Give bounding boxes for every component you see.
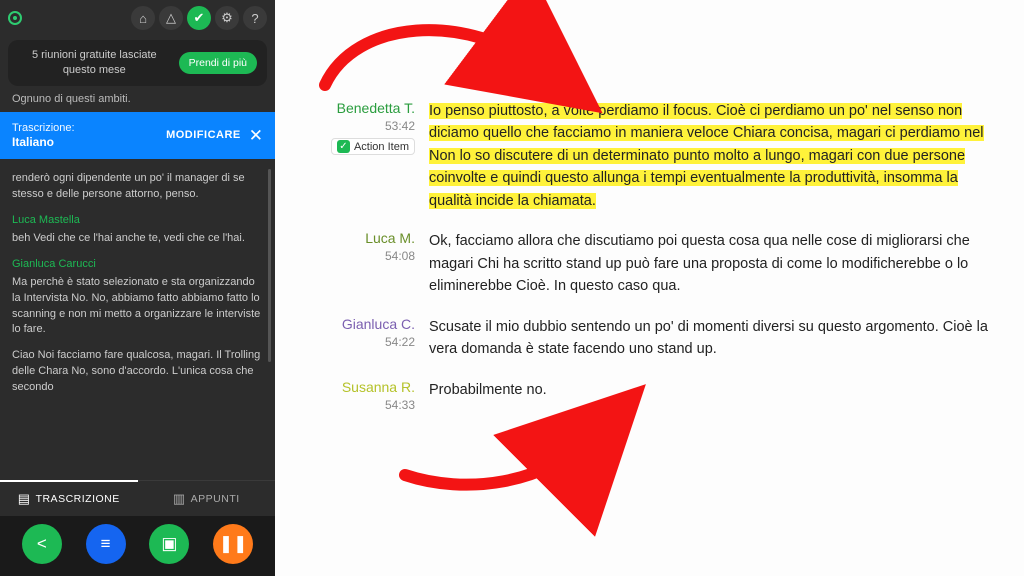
- action-item-label: Action Item: [354, 141, 409, 153]
- sidebar: ⌂ △ ✔ ⚙ ? 5 riunioni gratuite lasciate q…: [0, 0, 275, 576]
- help-icon[interactable]: ?: [243, 6, 267, 30]
- entry-body[interactable]: Probabilmente no.: [429, 379, 994, 412]
- transcription-language-banner: Trascrizione: Italiano MODIFICARE ✕: [0, 112, 275, 159]
- action-bar: < ≡ ▣ ❚❚: [0, 516, 275, 576]
- document-icon: ≡: [101, 534, 111, 554]
- camera-button[interactable]: ▣: [149, 524, 189, 564]
- utterance: Ciao Noi facciamo fare qualcosa, magari.…: [12, 348, 263, 396]
- home-icon[interactable]: ⌂: [131, 6, 155, 30]
- sidebar-transcript[interactable]: renderò ogni dipendente un po' il manage…: [0, 159, 275, 480]
- timestamp: 54:33: [385, 398, 415, 412]
- timestamp: 54:08: [385, 249, 415, 263]
- pause-button[interactable]: ❚❚: [213, 524, 253, 564]
- main-transcript: Benedetta T. 53:42 ✓ Action Item Io pens…: [275, 0, 1024, 576]
- entry-meta: Gianluca C. 54:22: [305, 316, 415, 361]
- timestamp: 54:22: [385, 335, 415, 349]
- document-button[interactable]: ≡: [86, 524, 126, 564]
- utterance: renderò ogni dipendente un po' il manage…: [12, 171, 263, 203]
- transcript-entry: Benedetta T. 53:42 ✓ Action Item Io pens…: [305, 100, 994, 212]
- share-icon: <: [37, 534, 47, 554]
- gear-icon[interactable]: ⚙: [215, 6, 239, 30]
- shield-icon[interactable]: ✔: [187, 6, 211, 30]
- banner-language: Italiano: [12, 135, 158, 149]
- tab-label: APPUNTI: [191, 493, 240, 505]
- recording-indicator-icon: [8, 11, 22, 25]
- bottom-tabs: ▤ TRASCRIZIONE ▥ APPUNTI: [0, 480, 275, 516]
- timestamp: 53:42: [385, 119, 415, 133]
- speaker-name: Luca Mastella: [12, 213, 263, 229]
- entry-body[interactable]: Io penso piuttosto, a volte perdiamo il …: [429, 100, 994, 212]
- promo-text: 5 riunioni gratuite lasciate questo mese: [18, 48, 171, 78]
- action-item-badge[interactable]: ✓ Action Item: [331, 138, 415, 155]
- tab-transcription[interactable]: ▤ TRASCRIZIONE: [0, 480, 138, 516]
- entry-meta: Luca M. 54:08: [305, 230, 415, 297]
- promo-banner: 5 riunioni gratuite lasciate questo mese…: [8, 40, 267, 86]
- check-icon: ✓: [337, 140, 350, 153]
- transcript-entry: Luca M. 54:08 Ok, facciamo allora che di…: [305, 230, 994, 297]
- entry-meta: Susanna R. 54:33: [305, 379, 415, 412]
- entry-meta: Benedetta T. 53:42 ✓ Action Item: [305, 100, 415, 212]
- tab-label: TRASCRIZIONE: [36, 493, 120, 505]
- transcript-entry: Gianluca C. 54:22 Scusate il mio dubbio …: [305, 316, 994, 361]
- speaker-name: Gianluca C.: [342, 316, 415, 332]
- notes-tab-icon: ▥: [173, 491, 186, 507]
- close-icon[interactable]: ✕: [249, 127, 263, 144]
- annotation-arrow-bottom: [385, 395, 615, 510]
- speaker-name: Gianluca Carucci: [12, 257, 263, 273]
- share-button[interactable]: <: [22, 524, 62, 564]
- upload-icon[interactable]: △: [159, 6, 183, 30]
- camera-icon: ▣: [161, 534, 177, 554]
- pause-icon: ❚❚: [219, 534, 248, 554]
- highlighted-text: Io penso piuttosto, a volte perdiamo il …: [429, 103, 984, 209]
- cutoff-line: Ognuno di questi ambiti.: [0, 92, 275, 112]
- speaker-name: Susanna R.: [342, 379, 415, 395]
- get-more-button[interactable]: Prendi di più: [179, 52, 257, 74]
- speaker-name: Luca M.: [365, 230, 415, 246]
- transcription-tab-icon: ▤: [18, 491, 31, 507]
- banner-label: Trascrizione:: [12, 122, 158, 134]
- topbar: ⌂ △ ✔ ⚙ ?: [0, 0, 275, 36]
- modify-button[interactable]: MODIFICARE: [166, 129, 241, 141]
- entry-body[interactable]: Ok, facciamo allora che discutiamo poi q…: [429, 230, 994, 297]
- transcript-entry: Susanna R. 54:33 Probabilmente no.: [305, 379, 994, 412]
- utterance: beh Vedi che ce l'hai anche te, vedi che…: [12, 231, 263, 247]
- entry-body[interactable]: Scusate il mio dubbio sentendo un po' di…: [429, 316, 994, 361]
- annotation-arrow-top: [295, 0, 555, 115]
- speaker-name: Benedetta T.: [337, 100, 415, 116]
- utterance: Ma perchè è stato selezionato e sta orga…: [12, 275, 263, 339]
- tab-notes[interactable]: ▥ APPUNTI: [138, 481, 276, 516]
